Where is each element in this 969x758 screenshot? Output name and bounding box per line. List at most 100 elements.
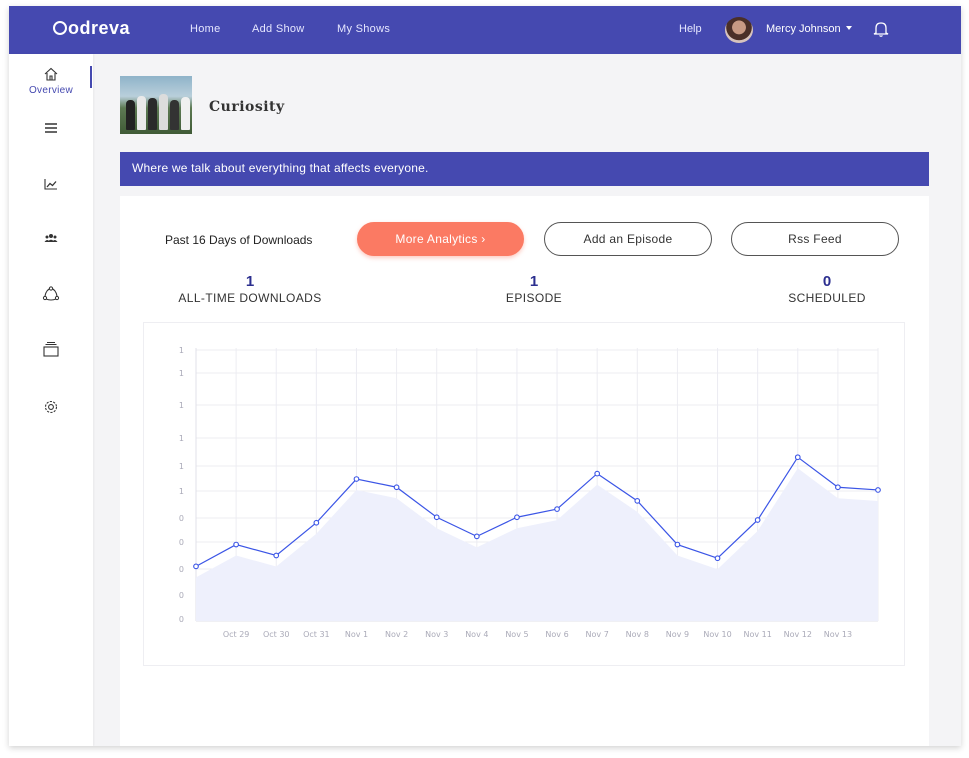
stat-all-time-downloads: 1 ALL-TIME DOWNLOADS — [170, 274, 330, 305]
x-tick-label: Nov 2 — [385, 630, 408, 639]
y-tick-label: 0 — [179, 565, 184, 574]
data-point — [393, 484, 400, 491]
data-point — [634, 498, 641, 504]
data-point — [193, 563, 199, 570]
more-analytics-button[interactable]: More Analytics › — [357, 222, 524, 256]
x-tick-label: Nov 7 — [586, 630, 609, 639]
layers-icon — [43, 341, 59, 357]
home-icon — [44, 67, 58, 81]
data-point — [754, 517, 761, 523]
sidebar-item-library[interactable] — [9, 341, 93, 371]
x-tick-label: Nov 8 — [626, 630, 649, 639]
data-point — [594, 470, 601, 477]
data-point — [473, 533, 480, 540]
sidebar-item-settings[interactable] — [9, 398, 93, 428]
data-point — [875, 487, 881, 493]
sidebar-item-audience[interactable] — [9, 231, 93, 261]
figure — [159, 94, 168, 130]
list-icon — [45, 123, 57, 133]
data-point — [353, 476, 360, 482]
bell-icon[interactable] — [873, 20, 889, 38]
figure — [137, 96, 146, 130]
nav-add-show[interactable]: Add Show — [252, 23, 305, 35]
x-tick-label: Nov 11 — [743, 630, 771, 639]
figure — [181, 97, 190, 130]
x-tick-label: Nov 5 — [505, 630, 528, 639]
x-tick-label: Nov 3 — [425, 630, 448, 639]
figure — [148, 98, 157, 130]
y-tick-label: 0 — [179, 615, 184, 624]
stat-value: 1 — [529, 273, 539, 290]
nav-home[interactable]: Home — [190, 23, 221, 35]
main-content: Curiosity Where we talk about everything… — [93, 54, 961, 746]
data-point — [273, 552, 280, 559]
y-tick-label: 1 — [179, 462, 184, 471]
network-icon — [42, 286, 60, 301]
show-description: Where we talk about everything that affe… — [120, 152, 929, 186]
show-cover-image[interactable] — [120, 76, 192, 134]
rss-feed-button[interactable]: Rss Feed — [731, 222, 899, 256]
show-title: Curiosity — [209, 99, 285, 115]
y-tick-label: 1 — [179, 434, 184, 443]
nav-my-shows[interactable]: My Shows — [337, 23, 390, 35]
add-episode-button[interactable]: Add an Episode — [544, 222, 712, 256]
logo-mark-icon — [53, 21, 67, 35]
y-tick-label: 1 — [179, 401, 184, 410]
stat-episode: 1 EPISODE — [454, 274, 614, 305]
data-point — [313, 519, 320, 526]
logo[interactable]: odreva — [53, 18, 130, 39]
data-point — [433, 514, 440, 521]
x-tick-label: Nov 4 — [465, 630, 488, 639]
x-tick-label: Nov 9 — [666, 630, 689, 639]
y-tick-label: 1 — [179, 346, 184, 355]
chevron-down-icon — [845, 26, 852, 30]
downloads-period-label: Past 16 Days of Downloads — [165, 233, 313, 247]
stat-label: ALL-TIME DOWNLOADS — [178, 291, 322, 305]
user-name: Mercy Johnson — [766, 23, 841, 35]
user-menu[interactable]: Mercy Johnson — [766, 23, 852, 35]
stat-value: 0 — [822, 273, 832, 290]
x-tick-label: Nov 1 — [345, 630, 368, 639]
logo-text: odreva — [68, 18, 131, 38]
analytics-icon — [44, 179, 57, 190]
sidebar-item-overview[interactable]: Overview — [9, 66, 93, 96]
stat-value: 1 — [245, 273, 255, 290]
y-tick-label: 0 — [179, 514, 184, 523]
x-tick-label: Oct 31 — [303, 630, 330, 639]
data-point — [674, 541, 681, 548]
avatar[interactable] — [725, 17, 753, 43]
figure — [170, 100, 179, 130]
help-link[interactable]: Help — [679, 23, 702, 35]
data-point — [714, 555, 721, 562]
downloads-card: Past 16 Days of Downloads More Analytics… — [120, 196, 929, 746]
x-tick-label: Nov 13 — [824, 630, 852, 639]
x-tick-label: Nov 6 — [545, 630, 568, 639]
y-tick-label: 0 — [179, 591, 184, 600]
downloads-line-chart: 1 1 1 1 1 1 0 0 0 0 0 Oct 29 Oct 30 Oct 31 Nov 1 Nov 2 N… — [179, 346, 881, 639]
x-tick-label: Oct 30 — [263, 630, 290, 639]
downloads-chart: 1 1 1 1 1 1 0 0 0 0 0 Oct 29 Oct 30 Oct 31 Nov 1 Nov 2 N… — [143, 322, 905, 666]
data-point — [233, 541, 239, 548]
top-navbar: odreva Home Add Show My Shows Help Mercy… — [9, 6, 961, 54]
x-tick-label: Nov 12 — [784, 630, 812, 639]
app-window: odreva Home Add Show My Shows Help Mercy… — [9, 6, 961, 746]
sidebar: Overview — [9, 54, 93, 746]
sidebar-item-distribution[interactable] — [9, 286, 93, 316]
y-tick-label: 1 — [179, 369, 184, 378]
settings-icon — [44, 400, 58, 414]
figure — [126, 100, 135, 130]
data-point — [554, 506, 560, 512]
data-point — [514, 514, 520, 521]
y-tick-label: 1 — [179, 487, 184, 496]
x-tick-label: Oct 29 — [223, 630, 250, 639]
data-point — [794, 454, 801, 461]
sidebar-item-episodes[interactable] — [9, 121, 93, 151]
sidebar-item-analytics[interactable] — [9, 177, 93, 207]
users-icon — [44, 234, 58, 242]
x-tick-label: Nov 10 — [703, 630, 731, 639]
sidebar-item-label: Overview — [28, 85, 74, 96]
stat-label: EPISODE — [505, 291, 563, 305]
stat-scheduled: 0 SCHEDULED — [747, 274, 907, 305]
stat-label: SCHEDULED — [788, 291, 866, 305]
y-tick-label: 0 — [179, 538, 184, 547]
